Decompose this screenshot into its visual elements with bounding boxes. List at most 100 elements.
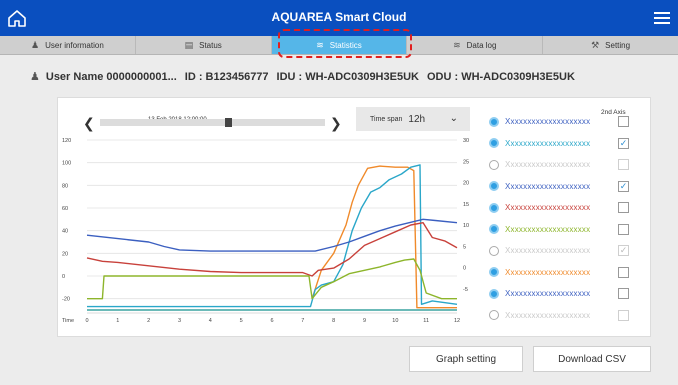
series-toggle-radio[interactable] [489, 138, 499, 149]
previous-arrow-icon[interactable]: ❮ [83, 115, 97, 131]
tab-setting[interactable]: ⚒ Setting [543, 36, 678, 54]
y2-tick-label: 5 [463, 244, 466, 250]
series-label: Xxxxxxxxxxxxxxxxxxxx [505, 117, 591, 127]
second-axis-checkbox[interactable]: ✓ [618, 137, 629, 149]
series-legend: Xxxxxxxxxxxxxxxxxxxx Xxxxxxxxxxxxxxxxxxxx… [489, 111, 639, 326]
user-summary: ♟ User Name 0000000001... ID : B12345677… [30, 70, 575, 84]
y-tick-label: 80 [62, 183, 68, 189]
y-tick-label: 20 [62, 251, 68, 257]
second-axis-checkbox[interactable] [618, 266, 629, 278]
y-tick-label: -20 [62, 297, 70, 303]
second-axis-checkbox[interactable] [618, 202, 629, 214]
time-slider[interactable] [100, 119, 325, 126]
legend-item[interactable]: Xxxxxxxxxxxxxxxxxxxx [489, 197, 639, 219]
graph-setting-button[interactable]: Graph setting [409, 346, 523, 372]
series-label: Xxxxxxxxxxxxxxxxxxxx [505, 224, 591, 234]
menu-icon[interactable] [652, 9, 672, 27]
series-toggle-radio[interactable] [489, 310, 499, 321]
x-tick-label: 9 [363, 318, 366, 324]
data-log-icon: ≋ [453, 39, 461, 50]
y2-tick-label: 15 [463, 202, 469, 208]
x-tick-label: 5 [240, 318, 243, 324]
y-tick-label: 60 [62, 206, 68, 212]
series-label: Xxxxxxxxxxxxxxxxxxxx [505, 310, 591, 320]
y2-tick-label: 30 [463, 138, 469, 144]
y-tick-label: 100 [62, 161, 71, 167]
series-label: Xxxxxxxxxxxxxxxxxxxx [505, 160, 591, 170]
y2-tick-label: 20 [463, 181, 469, 187]
time-slider-thumb[interactable] [225, 118, 233, 127]
series-label: Xxxxxxxxxxxxxxxxxxxx [505, 267, 591, 277]
status-screen-icon: ▤ [184, 39, 194, 50]
series-label: Xxxxxxxxxxxxxxxxxxxx [505, 138, 591, 148]
wrench-icon: ⚒ [591, 39, 600, 50]
x-tick-label: 11 [423, 318, 429, 324]
legend-item[interactable]: Xxxxxxxxxxxxxxxxxxxx ✓ [489, 133, 639, 155]
legend-item[interactable]: Xxxxxxxxxxxxxxxxxxxx ✓ [489, 176, 639, 198]
x-tick-label: 2 [147, 318, 150, 324]
x-tick-label: 7 [301, 318, 304, 324]
series-toggle-radio[interactable] [489, 267, 499, 278]
series-label: Xxxxxxxxxxxxxxxxxxxx [505, 181, 591, 191]
main-tabs: ♟ User information ▤ Status ≋ Statistics… [0, 36, 678, 55]
series-line [87, 164, 458, 308]
y-tick-label: 0 [62, 274, 65, 280]
legend-item[interactable]: Xxxxxxxxxxxxxxxxxxxx ✓ [489, 240, 639, 262]
tab-label: Status [199, 40, 222, 50]
second-axis-checkbox[interactable] [618, 116, 629, 128]
second-axis-checkbox[interactable] [618, 309, 629, 321]
second-axis-checkbox[interactable] [618, 159, 629, 171]
series-toggle-radio[interactable] [489, 288, 499, 299]
y2-tick-label: 10 [463, 223, 469, 229]
series-line [86, 218, 458, 252]
legend-item[interactable]: Xxxxxxxxxxxxxxxxxxxx [489, 154, 639, 176]
series-toggle-radio[interactable] [489, 245, 499, 256]
series-label: Xxxxxxxxxxxxxxxxxxxx [505, 203, 591, 213]
second-axis-checkbox[interactable]: ✓ [618, 180, 629, 192]
tab-status[interactable]: ▤ Status [136, 36, 272, 54]
series-label: Xxxxxxxxxxxxxxxxxxxx [505, 246, 591, 256]
tab-label: User information [45, 40, 104, 50]
legend-item[interactable]: Xxxxxxxxxxxxxxxxxxxx [489, 305, 639, 327]
next-arrow-icon[interactable]: ❯ [330, 115, 344, 131]
statistics-chart-icon: ≋ [316, 39, 324, 50]
chevron-down-icon: ⌄ [449, 113, 458, 124]
series-toggle-radio[interactable] [489, 224, 499, 235]
timespan-label: Time span [370, 115, 403, 123]
x-tick-label: 6 [270, 318, 273, 324]
tab-label: Setting [605, 40, 631, 50]
top-bar: AQUAREA Smart Cloud [0, 0, 678, 36]
second-axis-checkbox[interactable] [618, 288, 629, 300]
series-toggle-radio[interactable] [489, 116, 499, 127]
legend-item[interactable]: Xxxxxxxxxxxxxxxxxxxx [489, 262, 639, 284]
tab-user-information[interactable]: ♟ User information [0, 36, 136, 54]
x-tick-label: 4 [209, 318, 212, 324]
app-title: AQUAREA Smart Cloud [271, 10, 407, 24]
tab-data-log[interactable]: ≋ Data log [407, 36, 544, 54]
second-axis-checkbox[interactable]: ✓ [618, 245, 629, 257]
series-label: Xxxxxxxxxxxxxxxxxxxx [505, 289, 591, 299]
series-toggle-radio[interactable] [489, 202, 499, 213]
x-axis-label: Time [62, 318, 74, 324]
series-toggle-radio[interactable] [489, 181, 499, 192]
x-tick-label: 0 [85, 318, 88, 324]
second-axis-checkbox[interactable] [618, 223, 629, 235]
x-tick-label: 1 [116, 318, 119, 324]
tab-statistics[interactable]: ≋ Statistics [271, 36, 408, 54]
download-csv-button[interactable]: Download CSV [533, 346, 651, 372]
x-tick-label: 12 [454, 318, 460, 324]
x-tick-label: 8 [332, 318, 335, 324]
legend-item[interactable]: Xxxxxxxxxxxxxxxxxxxx [489, 219, 639, 241]
x-tick-label: 3 [178, 318, 181, 324]
series-toggle-radio[interactable] [489, 159, 499, 170]
y2-tick-label: 25 [463, 159, 469, 165]
tab-label: Statistics [329, 40, 362, 50]
legend-item[interactable]: Xxxxxxxxxxxxxxxxxxxx [489, 283, 639, 305]
legend-item[interactable]: Xxxxxxxxxxxxxxxxxxxx [489, 111, 639, 133]
user-id: ID : B123456777 [184, 70, 269, 83]
y2-tick-label: 0 [463, 266, 466, 272]
user-name: User Name 0000000001... [45, 70, 177, 83]
idu-model: IDU : WH-ADC0309H3E5UK [276, 70, 419, 83]
timespan-select[interactable]: Time span 12h ⌄ [356, 107, 470, 131]
x-tick-label: 10 [392, 318, 398, 324]
